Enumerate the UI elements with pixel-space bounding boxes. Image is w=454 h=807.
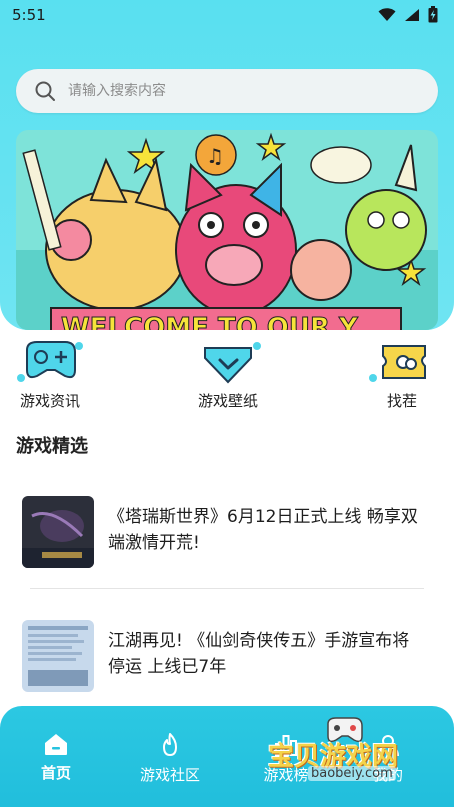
news-thumbnail bbox=[22, 620, 94, 692]
section-title: 游戏精选 bbox=[16, 436, 88, 457]
ticket-icon bbox=[369, 345, 426, 382]
status-icons bbox=[378, 6, 438, 23]
flame-icon bbox=[163, 733, 177, 756]
battery-charging-icon bbox=[428, 6, 438, 23]
divider bbox=[30, 588, 424, 589]
wifi-icon bbox=[378, 7, 396, 21]
banner-sign-text: WELCOME TO OUR Y bbox=[61, 313, 359, 330]
diamond-check-icon bbox=[204, 342, 261, 384]
news-item[interactable]: 《塔瑞斯世界》6月12日正式上线 畅享双端激情开荒! bbox=[22, 496, 432, 572]
home-icon bbox=[45, 734, 67, 755]
nav-label: 游戏社区 bbox=[139, 766, 200, 784]
shortcut-spot-difference[interactable]: 找茬 bbox=[352, 340, 452, 411]
nav-label: 首页 bbox=[40, 764, 71, 782]
news-title: 江湖再见! 《仙剑奇侠传五》手游宣布将停运 上线已7年 bbox=[108, 631, 410, 677]
shortcut-label: 游戏壁纸 bbox=[197, 392, 258, 410]
nav-home[interactable]: 首页 bbox=[6, 732, 106, 783]
watermark: 宝贝游戏网 baobeiy.com bbox=[268, 716, 428, 786]
status-time: 5:51 bbox=[12, 6, 46, 24]
shortcut-wallpapers[interactable]: 游戏壁纸 bbox=[178, 340, 278, 411]
shortcut-label: 游戏资讯 bbox=[19, 392, 80, 410]
search-bar[interactable] bbox=[16, 69, 438, 113]
search-icon bbox=[35, 81, 55, 101]
shortcut-game-news[interactable]: 游戏资讯 bbox=[0, 340, 100, 411]
status-bar: 5:51 bbox=[0, 0, 454, 32]
shortcut-row: 游戏资讯 游戏壁纸 找茬 bbox=[0, 340, 454, 420]
nav-community[interactable]: 游戏社区 bbox=[120, 732, 220, 785]
search-input[interactable] bbox=[66, 82, 410, 100]
shortcut-label: 找茬 bbox=[386, 392, 417, 410]
signal-icon bbox=[405, 8, 419, 21]
svg-text:♫: ♫ bbox=[206, 144, 224, 168]
news-title: 《塔瑞斯世界》6月12日正式上线 畅享双端激情开荒! bbox=[108, 507, 418, 553]
news-thumbnail bbox=[22, 496, 94, 568]
welcome-banner[interactable]: ♫ WELCOME TO OUR Y bbox=[16, 130, 438, 330]
banner-illustration: ♫ WELCOME TO OUR Y bbox=[16, 130, 438, 330]
gamepad-icon bbox=[17, 341, 83, 382]
watermark-url: baobeiy.com bbox=[308, 766, 396, 781]
news-item[interactable]: 江湖再见! 《仙剑奇侠传五》手游宣布将停运 上线已7年 bbox=[22, 620, 432, 696]
